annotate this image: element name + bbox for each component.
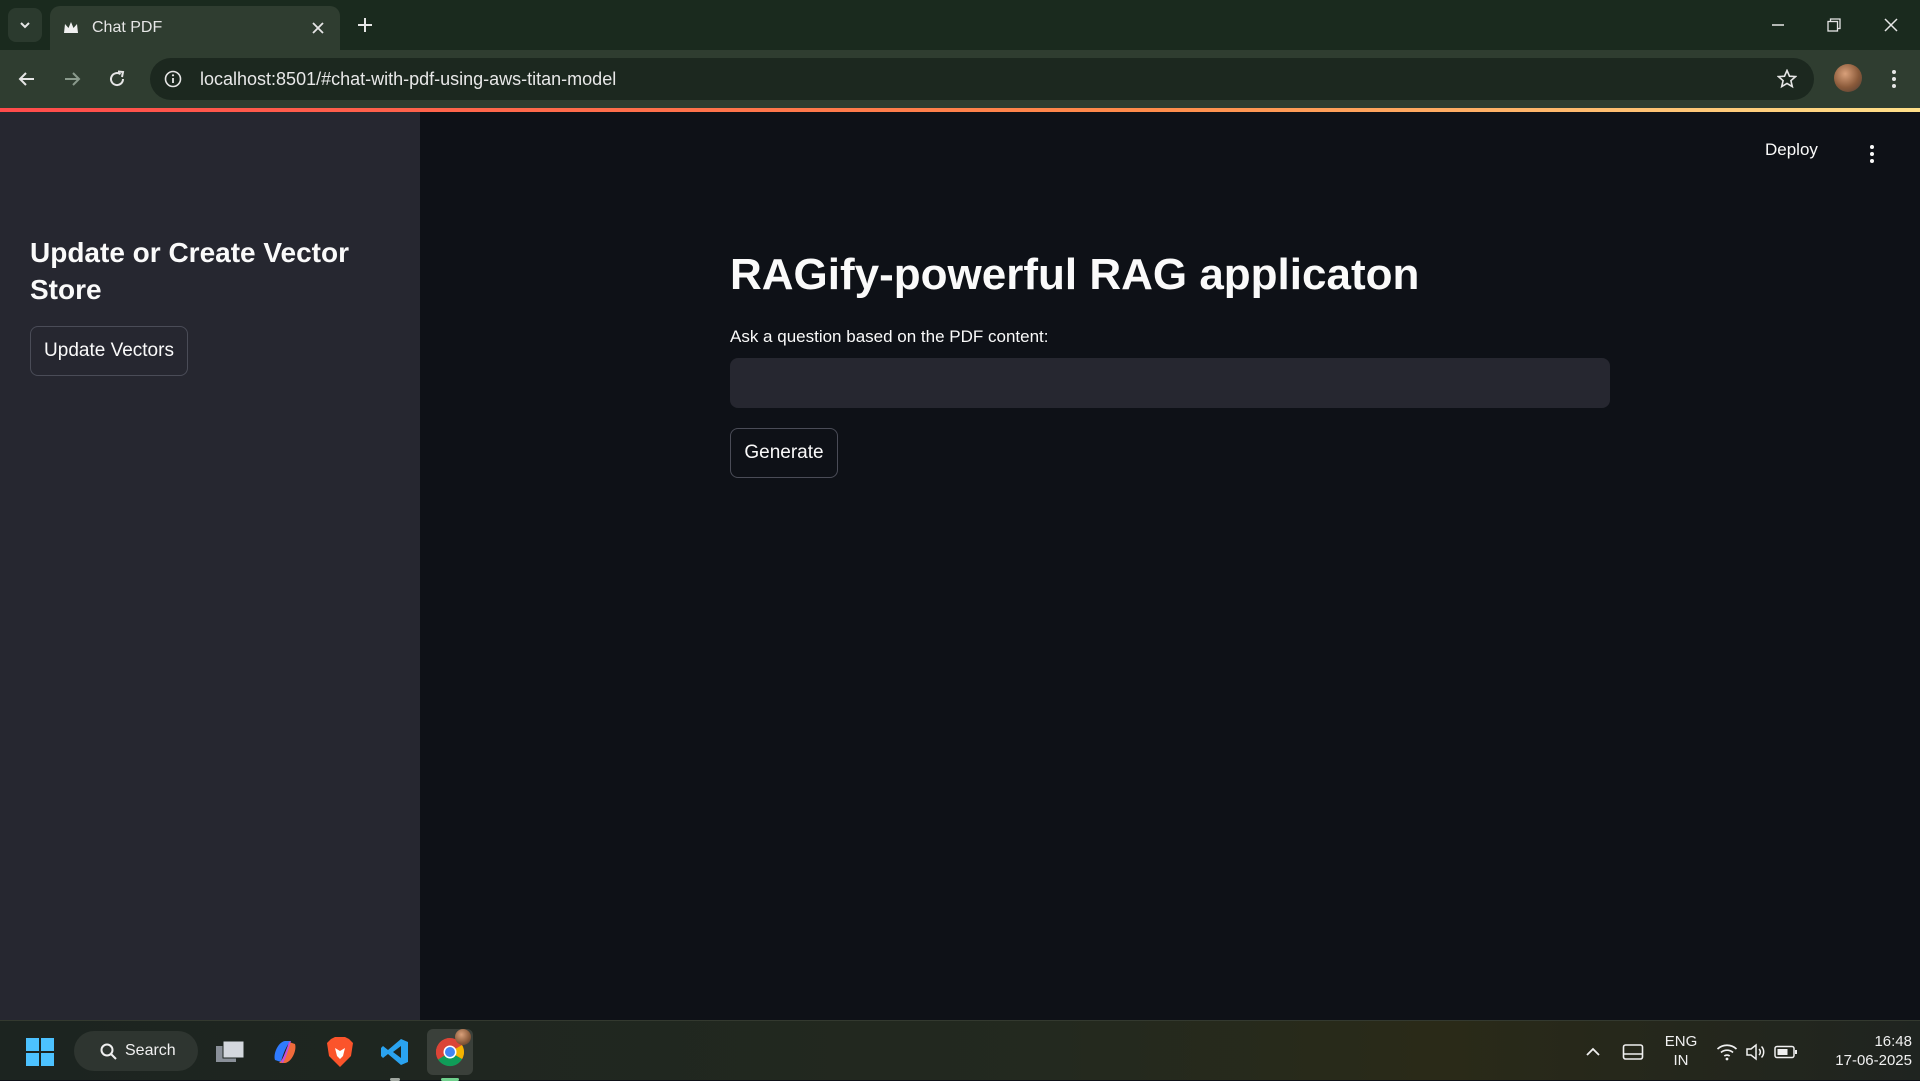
language-code: ENG [1664,1033,1698,1050]
streamlit-crown-icon [62,19,80,37]
chrome-button[interactable] [427,1029,473,1081]
battery-icon[interactable] [1773,1039,1799,1065]
task-view-button[interactable] [207,1029,253,1075]
clock-date: 17-06-2025 [1835,1052,1912,1069]
kebab-menu-icon [1870,145,1874,163]
question-input[interactable] [730,358,1610,408]
browser-tabstrip: Chat PDF [0,0,1920,50]
reload-icon [110,70,125,87]
minimize-button[interactable] [1758,8,1798,42]
bookmark-star-icon[interactable] [1770,62,1804,96]
clock[interactable]: 16:48 17-06-2025 [1812,1032,1912,1070]
minimize-icon [1772,24,1784,26]
restore-icon [1827,18,1841,32]
show-hidden-icons-button[interactable] [1580,1039,1606,1065]
windows-logo-icon [26,1038,54,1066]
deploy-button[interactable]: Deploy [1765,140,1818,160]
forward-button[interactable] [55,62,89,96]
url-text[interactable]: localhost:8501/#chat-with-pdf-using-aws-… [200,69,1770,90]
kebab-menu-icon [1892,70,1896,88]
sidebar: Update or Create Vector Store Update Vec… [0,112,420,1020]
question-label: Ask a question based on the PDF content: [730,327,1049,346]
keyboard-tablet-icon [1622,1044,1644,1060]
new-tab-button[interactable] [352,12,378,38]
generate-button[interactable]: Generate [730,428,838,478]
touch-keyboard-button[interactable] [1620,1039,1646,1065]
taskbar-search-label: Search [125,1042,176,1059]
browser-toolbar: localhost:8501/#chat-with-pdf-using-aws-… [0,50,1920,108]
task-view-icon [216,1040,245,1062]
browser-tab-active[interactable]: Chat PDF [50,6,340,50]
brave-lion-icon [327,1037,353,1067]
brave-browser-button[interactable] [317,1029,363,1075]
chevron-up-icon [1586,1047,1600,1056]
profile-badge [455,1029,471,1045]
tab-title: Chat PDF [92,19,163,36]
taskbar: Search ENG IN 16:48 17-06-2025 [0,1020,1920,1081]
main-content [420,112,1920,1020]
arrow-left-icon [18,72,34,86]
volume-icon[interactable] [1743,1039,1769,1065]
reload-button[interactable] [100,62,134,96]
address-bar[interactable]: localhost:8501/#chat-with-pdf-using-aws-… [150,58,1814,100]
search-icon [100,1043,117,1060]
arrow-right-icon [65,72,81,86]
tab-search-button[interactable] [8,8,42,42]
update-vectors-button[interactable]: Update Vectors [30,326,188,376]
copilot-button[interactable] [262,1029,308,1075]
back-button[interactable] [10,62,44,96]
restore-button[interactable] [1814,8,1854,42]
clock-time: 16:48 [1874,1033,1912,1050]
taskbar-search[interactable]: Search [74,1031,198,1071]
chevron-down-icon [20,22,30,29]
profile-avatar[interactable] [1834,64,1862,92]
start-button[interactable] [17,1029,63,1075]
vscode-button[interactable] [372,1029,418,1081]
wifi-icon[interactable] [1714,1039,1740,1065]
close-window-button[interactable] [1871,8,1911,42]
close-tab-icon[interactable] [308,18,328,38]
sidebar-title: Update or Create Vector Store [30,237,349,305]
input-language-indicator[interactable]: ENG IN [1660,1032,1702,1070]
browser-menu-button[interactable] [1878,62,1910,96]
plus-icon [358,18,372,32]
close-icon [1884,18,1898,32]
vscode-icon [381,1039,408,1065]
site-info-icon[interactable] [156,62,190,96]
page-title: RAGify-powerful RAG applicaton [730,250,1420,299]
copilot-icon [274,1041,296,1063]
app-menu-button[interactable] [1860,140,1884,168]
region-code: IN [1673,1052,1689,1069]
